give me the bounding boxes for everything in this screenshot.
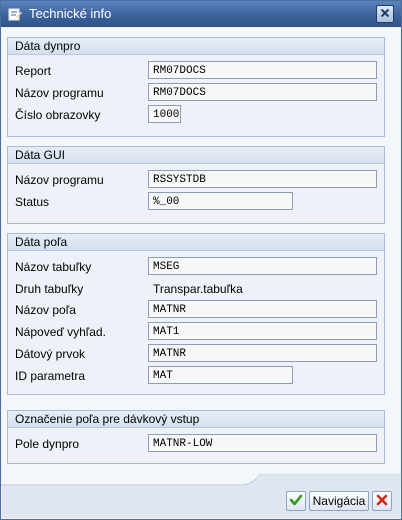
group-heading: Dáta poľa [8, 234, 384, 251]
parameter-id-field[interactable]: MAT [148, 366, 293, 384]
close-icon [380, 7, 390, 21]
program-name-label: Názov programu [15, 86, 104, 100]
gui-program-row: Názov programu RSSYSTDB [15, 170, 377, 190]
search-help-row: Nápoveď vyhľad. MAT1 [15, 322, 377, 342]
search-help-field[interactable]: MAT1 [148, 322, 377, 340]
table-name-row: Názov tabuľky MSEG [15, 257, 377, 277]
data-element-field[interactable]: MATNR [148, 344, 377, 362]
group-field-data: Dáta poľa Názov tabuľky MSEG Druh tabuľk… [7, 233, 385, 395]
screen-number-label: Číslo obrazovky [15, 108, 101, 122]
group-heading: Označenie poľa pre dávkový vstup [8, 411, 384, 428]
group-heading: Dáta GUI [8, 147, 384, 164]
close-button[interactable] [376, 5, 394, 23]
field-name-row: Názov poľa MATNR [15, 300, 377, 320]
data-element-label: Dátový prvok [15, 347, 86, 361]
table-name-label: Názov tabuľky [15, 260, 92, 274]
table-name-field[interactable]: MSEG [148, 257, 377, 275]
report-field[interactable]: RM07DOCS [148, 61, 377, 79]
program-name-row: Názov programu RM07DOCS [15, 83, 377, 103]
report-row: Report RM07DOCS [15, 61, 377, 81]
group-gui-data: Dáta GUI Názov programu RSSYSTDB Status … [7, 146, 385, 224]
screen-number-field[interactable]: 1000 [148, 105, 181, 123]
status-field[interactable]: %_00 [148, 192, 293, 210]
ok-button[interactable] [286, 491, 306, 511]
document-edit-icon [8, 7, 22, 21]
parameter-id-row: ID parametra MAT [15, 366, 377, 386]
dialog-footer: Navigácia [2, 486, 400, 518]
group-dynpro-data: Dáta dynpro Report RM07DOCS Názov progra… [7, 37, 385, 137]
gui-program-field[interactable]: RSSYSTDB [148, 170, 377, 188]
table-type-value: Transpar.tabuľka [153, 282, 243, 296]
dialog-content: Dáta dynpro Report RM07DOCS Názov progra… [2, 28, 400, 484]
report-label: Report [15, 64, 52, 78]
table-type-label: Druh tabuľky [15, 282, 84, 296]
title-bar[interactable]: Technické info [1, 1, 401, 27]
group-heading: Dáta dynpro [8, 38, 384, 55]
search-help-label: Nápoveď vyhľad. [15, 325, 106, 339]
dynpro-field-value[interactable]: MATNR-LOW [148, 434, 377, 452]
data-element-row: Dátový prvok MATNR [15, 344, 377, 364]
table-type-row: Druh tabuľky Transpar.tabuľka [15, 279, 377, 299]
window-title: Technické info [29, 6, 112, 21]
status-row: Status %_00 [15, 192, 377, 212]
field-name-label: Názov poľa [15, 303, 76, 317]
program-name-field[interactable]: RM07DOCS [148, 83, 377, 101]
gui-program-label: Názov programu [15, 173, 104, 187]
field-name-field[interactable]: MATNR [148, 300, 377, 318]
parameter-id-label: ID parametra [15, 369, 86, 383]
navigation-button[interactable]: Navigácia [309, 491, 369, 511]
screen-number-row: Číslo obrazovky 1000 [15, 105, 377, 125]
dynpro-field-row: Pole dynpro MATNR-LOW [15, 434, 377, 454]
footer-separator [1, 474, 401, 486]
status-label: Status [15, 195, 50, 209]
dynpro-field-label: Pole dynpro [15, 437, 80, 451]
technical-info-dialog: Technické info Dáta dynpro Report RM07DO… [0, 0, 402, 520]
checkmark-icon [289, 493, 303, 510]
navigation-label: Navigácia [312, 494, 366, 508]
cancel-button[interactable] [372, 491, 392, 511]
group-batch-input: Označenie poľa pre dávkový vstup Pole dy… [7, 410, 385, 464]
cancel-x-icon [376, 494, 388, 509]
